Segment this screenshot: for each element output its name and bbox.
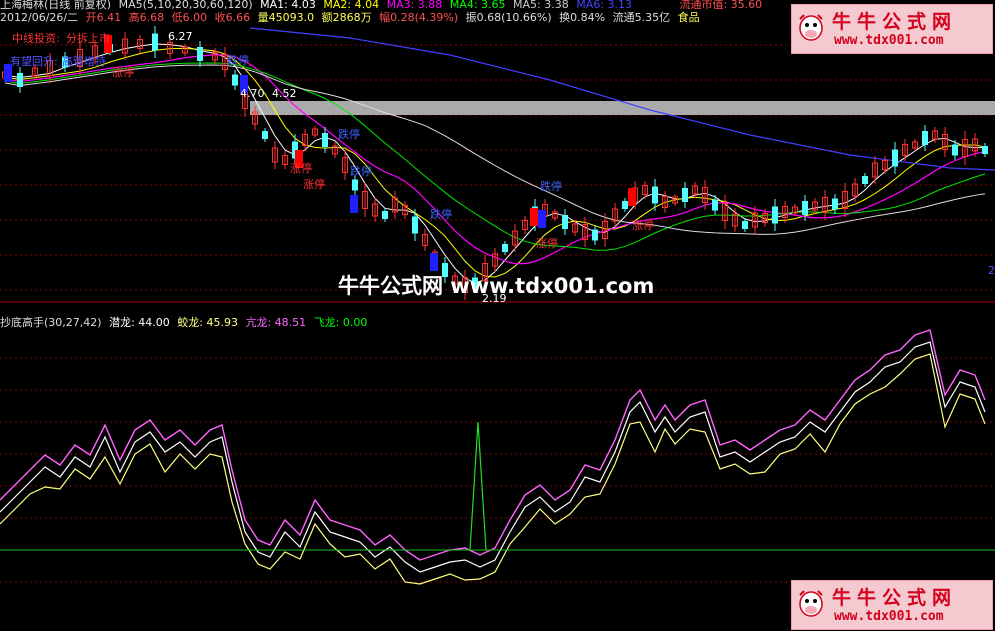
label-fenjia: 分拆上市 (66, 32, 110, 45)
candle-body (352, 179, 358, 191)
kanglong-value: 亢龙: 48.51 (245, 316, 307, 329)
watermark-top-url[interactable]: www.tdx001.com (834, 33, 944, 48)
qianlong-value: 潜龙: 44.00 (109, 316, 170, 329)
label-zhongxian: 中线投资: (12, 32, 60, 45)
candle-body (197, 47, 203, 61)
candle-body (682, 188, 688, 202)
signal-block (530, 208, 538, 226)
candle-body (382, 211, 388, 219)
candle-body (742, 221, 748, 229)
candle-body (802, 201, 808, 215)
label-price-high: 6.27 (168, 30, 193, 43)
signal-block (538, 210, 546, 228)
candle-body (412, 216, 418, 234)
watermark-bottom: 牛牛公式网 www.tdx001.com (791, 580, 993, 630)
signal-block (350, 195, 358, 213)
right-edge-marker: 2 (988, 264, 995, 277)
candle-body (652, 186, 658, 204)
indicator-name[interactable]: 抄底高手(30,27,42) (0, 316, 102, 329)
ma3-line (4, 54, 986, 265)
candle-body (17, 73, 23, 87)
candle-body (832, 198, 838, 210)
label-zhangting-2: 涨停 (290, 162, 312, 175)
candle-body (772, 206, 778, 224)
moving-averages (4, 27, 995, 284)
candle-body (262, 131, 268, 139)
candle-body (562, 215, 568, 229)
label-gaoyin: 高管增持 (62, 55, 106, 68)
label-dieting-5: 跌停 (540, 180, 562, 193)
candle-body (502, 244, 508, 252)
indicator-lines (0, 329, 995, 585)
label-gudong: 有望回升: (10, 55, 58, 68)
candle-body (712, 199, 718, 211)
label-dieting-4: 跌停 (430, 208, 452, 221)
candle-body (892, 149, 898, 167)
feilong-value: 飞龙: 0.00 (313, 316, 368, 329)
chart-grid (0, 44, 995, 583)
qianlong-line (0, 341, 986, 573)
candle-body (982, 146, 988, 154)
feilong-spike (469, 421, 487, 551)
label-dieting-1: 跌停 (227, 54, 249, 67)
label-zhangting-5: 涨停 (632, 219, 654, 232)
signal-block (628, 188, 636, 206)
label-price-mid1: 4.70 (240, 87, 265, 100)
label-zhangting-1: 涨停 (112, 66, 134, 79)
candle-body (322, 133, 328, 147)
watermark-top: 牛牛公式网 www.tdx001.com (791, 4, 993, 54)
candle-body (622, 201, 628, 209)
watermark-top-brand: 牛牛公式网 (832, 11, 958, 33)
cow-logo-icon (799, 590, 823, 617)
label-zhangting-3: 涨停 (303, 178, 325, 191)
label-price-mid2: 4.52 (272, 87, 297, 100)
center-watermark: 牛牛公式网 www.tdx001.com (338, 274, 655, 298)
highlight-band (250, 101, 995, 115)
indicator-header: 抄底高手(30,27,42) 潜龙: 44.00 蛟龙: 45.93 亢龙: 4… (0, 316, 371, 329)
candle-body (862, 176, 868, 184)
jiaolong-value: 蛟龙: 45.93 (177, 316, 238, 329)
label-dieting-2: 跌停 (338, 128, 360, 141)
ma2-line (4, 47, 986, 278)
candle-body (952, 144, 958, 156)
watermark-bottom-brand: 牛牛公式网 (832, 587, 958, 609)
candle-body (152, 33, 158, 51)
watermark-bottom-url[interactable]: www.tdx001.com (834, 609, 944, 624)
label-dieting-3: 跌停 (350, 165, 372, 178)
ma4-line (4, 62, 986, 251)
cow-logo-icon (799, 14, 823, 41)
label-zhangting-4: 涨停 (536, 237, 558, 250)
candle-body (592, 229, 598, 241)
signal-block (430, 253, 438, 271)
candle-body (922, 131, 928, 145)
candle-body (232, 74, 238, 86)
